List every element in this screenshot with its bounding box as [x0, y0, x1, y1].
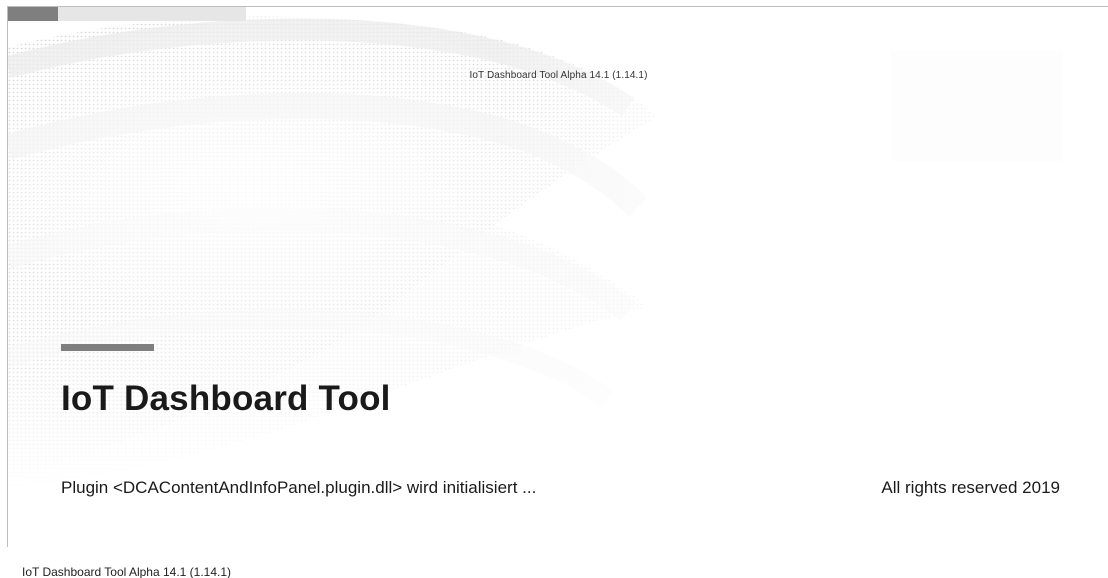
copyright-text: All rights reserved 2019	[881, 478, 1060, 497]
app-title: IoT Dashboard Tool	[61, 379, 391, 418]
logo-placeholder	[891, 51, 1063, 161]
loading-status-text: Plugin <DCAContentAndInfoPanel.plugin.dl…	[61, 478, 537, 497]
loading-progress-bar	[8, 7, 246, 21]
splash-screen: IoT Dashboard Tool Alpha 14.1 (1.14.1) I…	[7, 6, 1108, 547]
window-caption-text: IoT Dashboard Tool Alpha 14.1 (1.14.1)	[22, 565, 232, 578]
title-accent-bar	[61, 344, 154, 351]
window-caption: IoT Dashboard Tool Alpha 14.1 (1.14.1)	[22, 557, 231, 578]
screen: IoT Dashboard Tool Alpha 14.1 (1.14.1) I…	[0, 0, 1108, 578]
loading-progress-fill	[8, 7, 58, 21]
